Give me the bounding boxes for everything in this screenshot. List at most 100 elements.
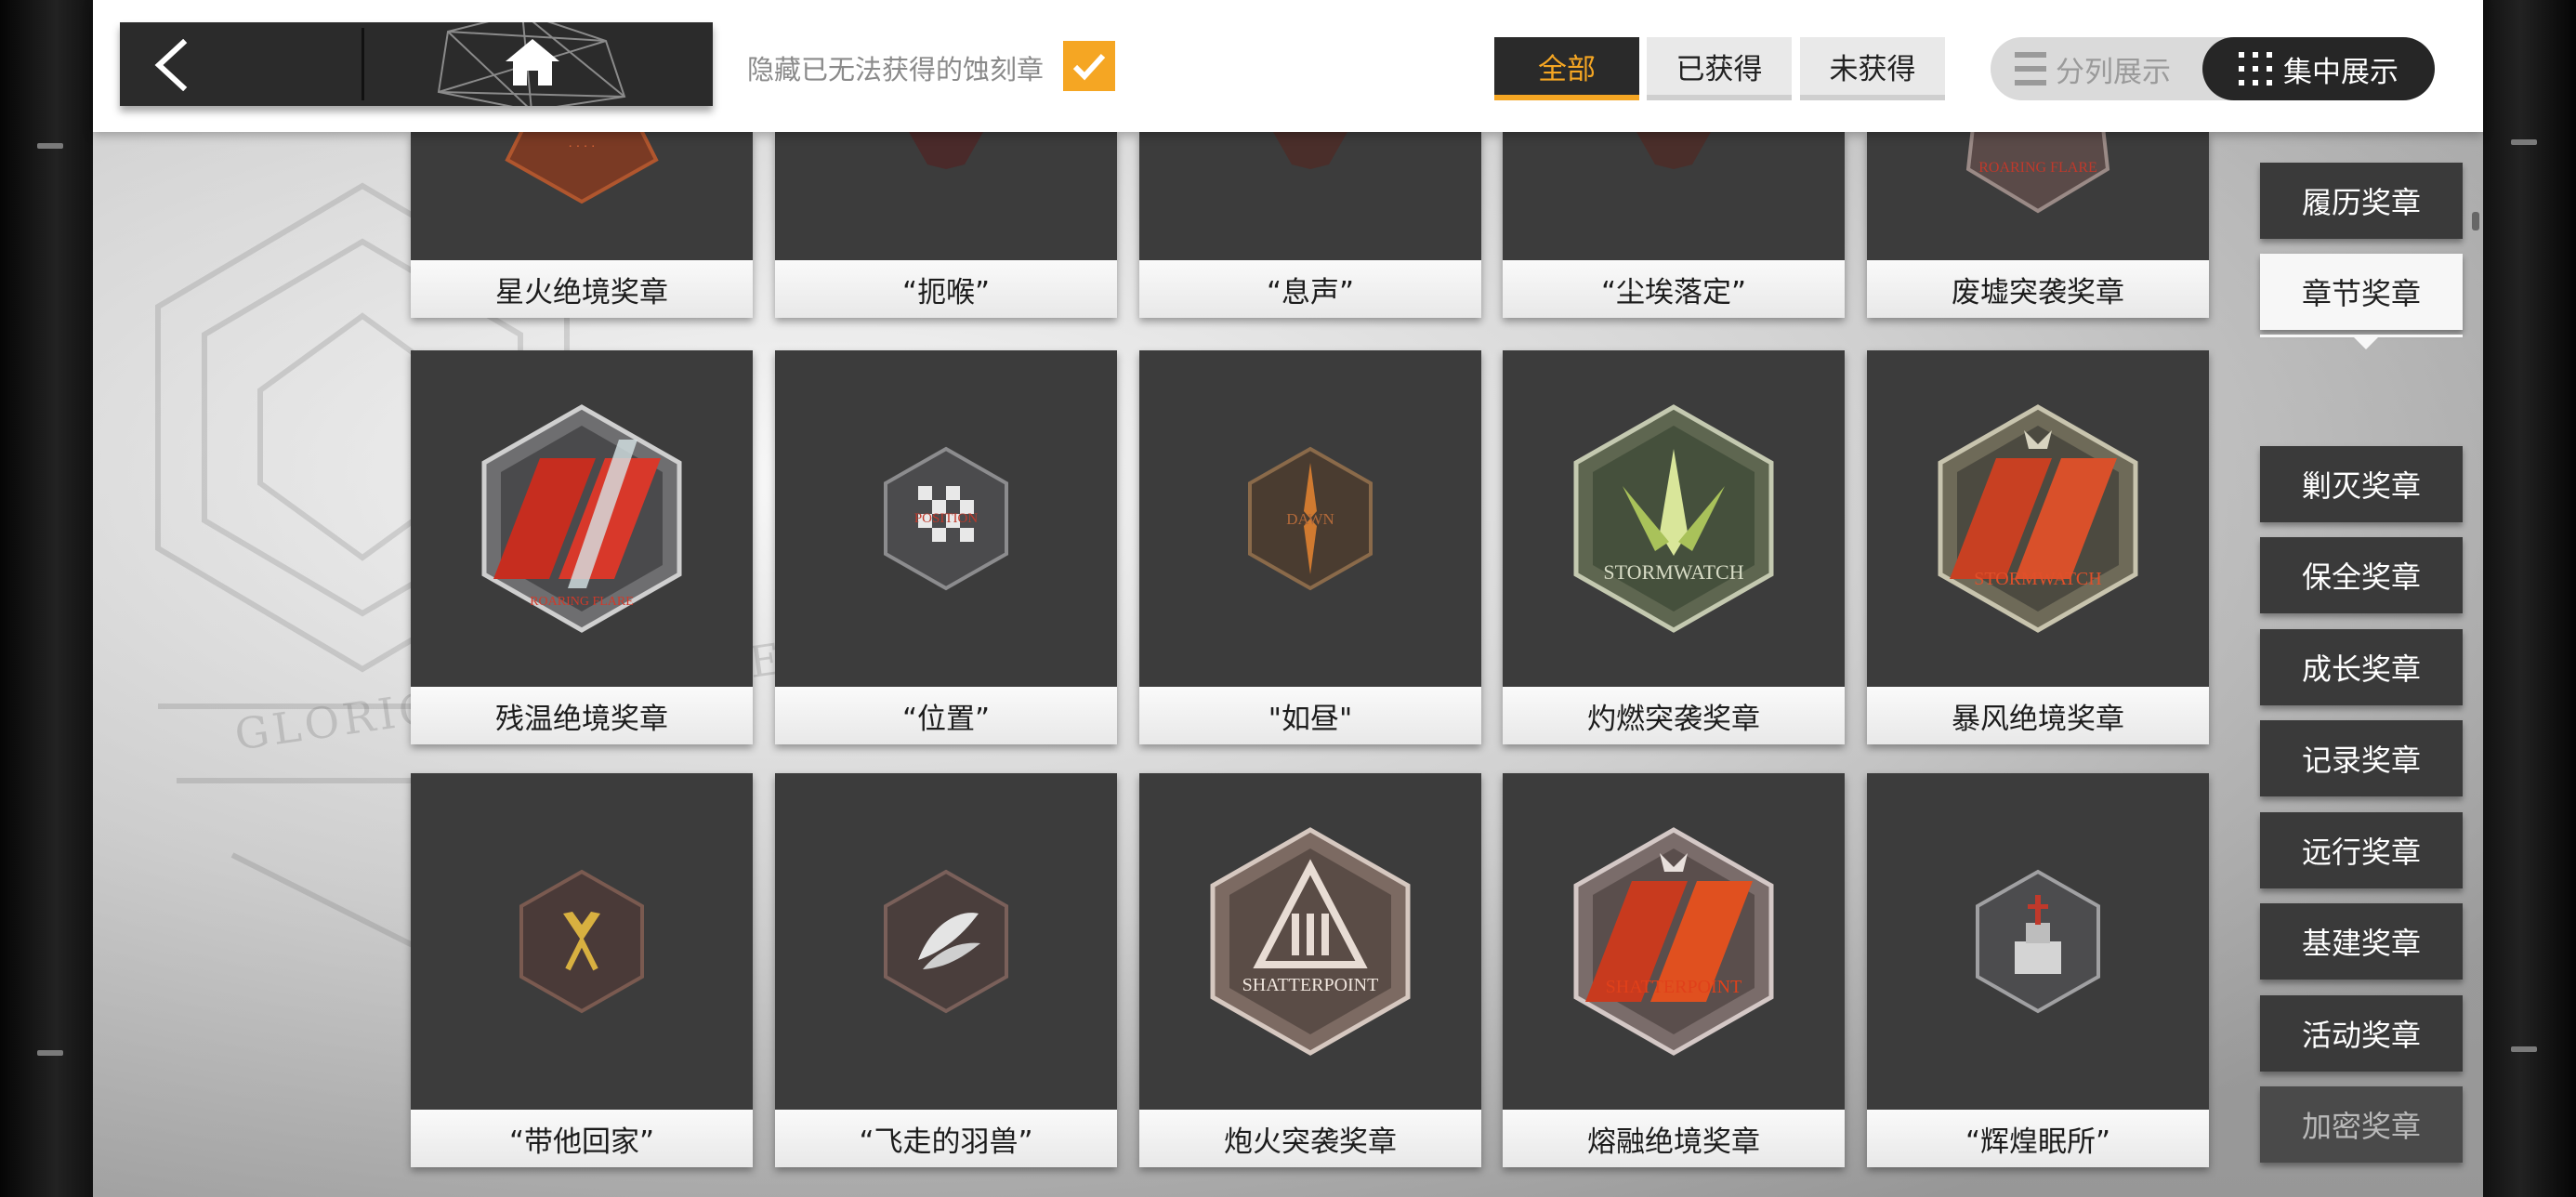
medal-art: ROARING FLARE <box>1867 127 2209 260</box>
medal-icon: POSITION <box>884 446 1008 591</box>
medal-art: STORMWATCH <box>1503 350 1845 687</box>
medal-icon: DAWN <box>1248 446 1373 591</box>
focus-view-button[interactable]: 集中展示 <box>2202 37 2435 100</box>
svg-text:ROARING FLARE: ROARING FLARE <box>530 595 634 609</box>
medal-art <box>1503 132 1845 260</box>
checkmark-icon <box>1072 53 1106 81</box>
medal-art: SHATTERPOINT <box>1503 773 1845 1110</box>
navigation-box <box>120 22 713 106</box>
medal-card[interactable]: “息声” <box>1139 132 1481 318</box>
medal-name: 残温绝境奖章 <box>411 687 753 744</box>
medal-card[interactable]: “飞走的羽兽” <box>775 773 1117 1167</box>
medal-icon <box>1976 869 2100 1014</box>
medal-icon <box>1273 132 1347 169</box>
frame-marker <box>37 1050 63 1056</box>
left-frame <box>0 0 93 1197</box>
medal-card[interactable]: DAWN "如昼" <box>1139 350 1481 744</box>
medal-card[interactable]: SHATTERPOINT 炮火突袭奖章 <box>1139 773 1481 1167</box>
medal-name: 灼燃突袭奖章 <box>1503 687 1845 744</box>
medal-card[interactable]: STORMWATCH 暴风绝境奖章 <box>1867 350 2209 744</box>
medal-card[interactable]: “带他回家” <box>411 773 753 1167</box>
split-view-label: 分列展示 <box>2056 55 2171 89</box>
medal-art <box>775 132 1117 260</box>
category-record-medals[interactable]: 记录奖章 <box>2260 720 2463 796</box>
medal-name: 炮火突袭奖章 <box>1139 1110 1481 1167</box>
svg-text:POSITION: POSITION <box>914 511 979 526</box>
medal-art: SHATTERPOINT <box>1139 773 1481 1110</box>
category-expedition-medals[interactable]: 远行奖章 <box>2260 812 2463 888</box>
svg-text:SHATTERPOINT: SHATTERPOINT <box>1606 977 1742 997</box>
frame-marker <box>37 143 63 149</box>
category-annihilation-medals[interactable]: 剿灭奖章 <box>2260 446 2463 522</box>
svg-text:ROARING FLARE: ROARING FLARE <box>1978 160 2097 176</box>
medal-art: POSITION <box>775 350 1117 687</box>
medal-art <box>775 773 1117 1110</box>
medal-card[interactable]: · · · · 星火绝境奖章 <box>411 123 753 318</box>
category-scrollbar[interactable] <box>2472 212 2479 230</box>
medal-icon <box>519 869 644 1014</box>
home-icon <box>506 39 559 86</box>
medal-name: “息声” <box>1139 260 1481 318</box>
medal-card[interactable]: SHATTERPOINT 熔融绝境奖章 <box>1503 773 1845 1167</box>
medal-art <box>1139 132 1481 260</box>
medal-name: 废墟突袭奖章 <box>1867 260 2209 318</box>
medal-name: 暴风绝境奖章 <box>1867 687 2209 744</box>
medal-name: “飞走的羽兽” <box>775 1110 1117 1167</box>
right-frame <box>2483 0 2576 1197</box>
home-button[interactable] <box>364 22 713 106</box>
medal-name: 星火绝境奖章 <box>411 260 753 318</box>
medal-icon: ROARING FLARE <box>481 404 682 633</box>
medal-icon: · · · · <box>505 123 659 204</box>
active-category-pointer <box>2353 336 2379 349</box>
medal-art <box>1867 773 2209 1110</box>
medal-name: 熔融绝境奖章 <box>1503 1110 1845 1167</box>
medal-art <box>411 773 753 1110</box>
medal-name: “位置” <box>775 687 1117 744</box>
hide-unobtainable-label: 隐藏已无法获得的蚀刻章 <box>747 54 1045 86</box>
category-event-medals[interactable]: 活动奖章 <box>2260 995 2463 1072</box>
dot-grid-icon <box>2239 52 2272 86</box>
category-security-medals[interactable]: 保全奖章 <box>2260 537 2463 613</box>
filter-tab-not-obtained[interactable]: 未获得 <box>1800 37 1945 100</box>
medal-name: “扼喉” <box>775 260 1117 318</box>
svg-text:STORMWATCH: STORMWATCH <box>1974 569 2101 589</box>
medal-name: “尘埃落定” <box>1503 260 1845 318</box>
medal-card[interactable]: “尘埃落定” <box>1503 132 1845 318</box>
split-view-button[interactable]: 分列展示 <box>2015 37 2171 100</box>
category-resume-medals[interactable]: 履历奖章 <box>2260 163 2463 239</box>
medal-card[interactable]: STORMWATCH 灼燃突袭奖章 <box>1503 350 1845 744</box>
medal-icon: ROARING FLARE <box>1965 127 2110 214</box>
category-chapter-medals[interactable]: 章节奖章 <box>2260 254 2463 330</box>
svg-text:· · · ·: · · · · <box>568 140 595 154</box>
medal-name: “辉煌眠所” <box>1867 1110 2209 1167</box>
medal-card[interactable]: POSITION “位置” <box>775 350 1117 744</box>
medal-art: STORMWATCH <box>1867 350 2209 687</box>
medal-icon: SHATTERPOINT <box>1573 827 1774 1056</box>
filter-tab-obtained[interactable]: 已获得 <box>1647 37 1792 100</box>
medal-name: “带他回家” <box>411 1110 753 1167</box>
focus-view-label: 集中展示 <box>2283 55 2399 89</box>
category-encrypted-medals[interactable]: 加密奖章 <box>2260 1086 2463 1163</box>
frame-marker <box>2511 139 2537 145</box>
hide-unobtainable-checkbox[interactable] <box>1063 41 1115 91</box>
medal-art: ROARING FLARE <box>411 350 753 687</box>
medal-art: · · · · <box>411 123 753 260</box>
medal-icon: STORMWATCH <box>1573 404 1774 633</box>
chevron-left-icon <box>154 39 188 91</box>
medal-art: DAWN <box>1139 350 1481 687</box>
frame-marker <box>2511 1046 2537 1052</box>
category-growth-medals[interactable]: 成长奖章 <box>2260 629 2463 705</box>
medal-card[interactable]: “辉煌眠所” <box>1867 773 2209 1167</box>
category-base-medals[interactable]: 基建奖章 <box>2260 903 2463 980</box>
medal-card[interactable]: ROARING FLARE 废墟突袭奖章 <box>1867 127 2209 318</box>
svg-text:SHATTERPOINT: SHATTERPOINT <box>1242 975 1379 995</box>
medal-card[interactable]: ROARING FLARE 残温绝境奖章 <box>411 350 753 744</box>
medal-icon <box>1636 132 1711 169</box>
svg-text:DAWN: DAWN <box>1286 510 1334 528</box>
medal-icon <box>884 869 1008 1014</box>
filter-tab-all[interactable]: 全部 <box>1494 37 1639 100</box>
medal-icon: SHATTERPOINT <box>1210 827 1411 1056</box>
svg-text:STORMWATCH: STORMWATCH <box>1603 560 1743 584</box>
back-button[interactable] <box>120 22 361 106</box>
medal-card[interactable]: “扼喉” <box>775 132 1117 318</box>
